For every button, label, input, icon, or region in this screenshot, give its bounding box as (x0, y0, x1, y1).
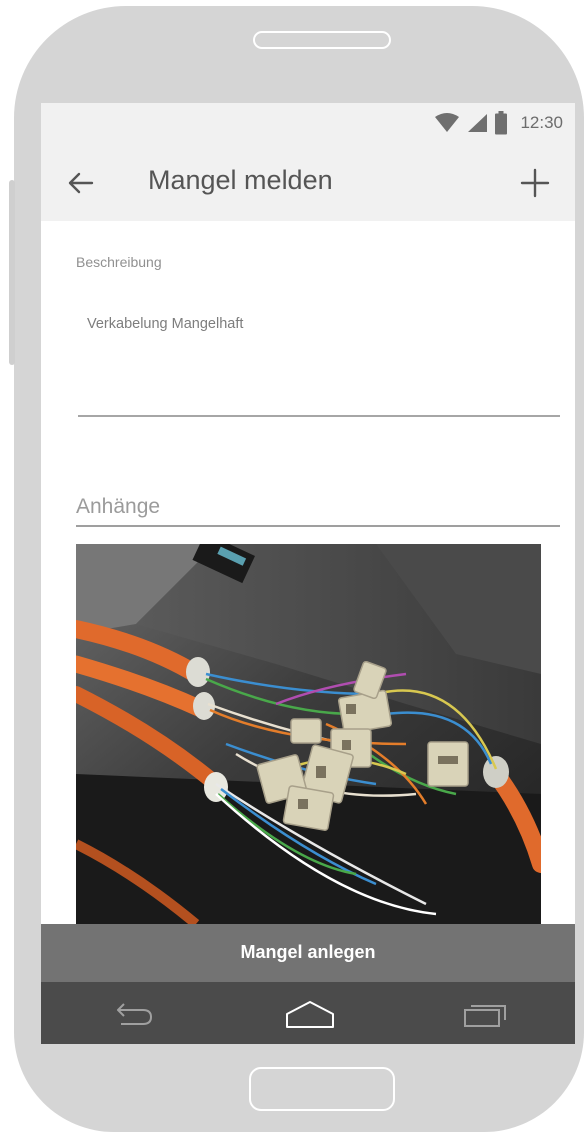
status-bar: 12:30 (41, 103, 575, 143)
screen: 12:30 Mangel melden Beschreibung Verkabe… (41, 103, 575, 1044)
recents-icon (464, 1005, 506, 1027)
arrow-left-icon (68, 172, 94, 194)
home-icon (286, 1001, 334, 1028)
signal-icon (468, 114, 488, 132)
create-defect-button[interactable]: Mangel anlegen (41, 924, 575, 982)
description-underline (78, 415, 560, 417)
side-button (9, 180, 15, 365)
attachments-underline (76, 525, 560, 527)
status-time: 12:30 (520, 113, 563, 132)
hardware-home-button (249, 1067, 395, 1111)
back-button[interactable] (61, 163, 101, 203)
add-button[interactable] (515, 163, 555, 203)
attachment-photo[interactable] (76, 544, 541, 924)
wifi-icon (435, 113, 460, 132)
plus-icon (520, 168, 550, 198)
battery-icon (495, 111, 508, 135)
nav-recents-button[interactable] (461, 996, 509, 1032)
page-title: Mangel melden (148, 165, 333, 195)
description-label: Beschreibung (76, 254, 162, 270)
nav-back-button[interactable] (107, 996, 155, 1032)
toolbar: Mangel melden (41, 143, 575, 221)
back-icon (117, 1003, 152, 1025)
system-nav-bar (41, 982, 575, 1044)
speaker-slot (253, 31, 391, 49)
attachments-label: Anhänge (76, 495, 161, 518)
nav-home-button[interactable] (284, 996, 334, 1032)
create-defect-label: Mangel anlegen (240, 942, 376, 962)
description-input[interactable]: Verkabelung Mangelhaft (87, 316, 243, 332)
status-icons: 12:30 (434, 111, 563, 135)
cable-photo-illustration (76, 544, 541, 924)
